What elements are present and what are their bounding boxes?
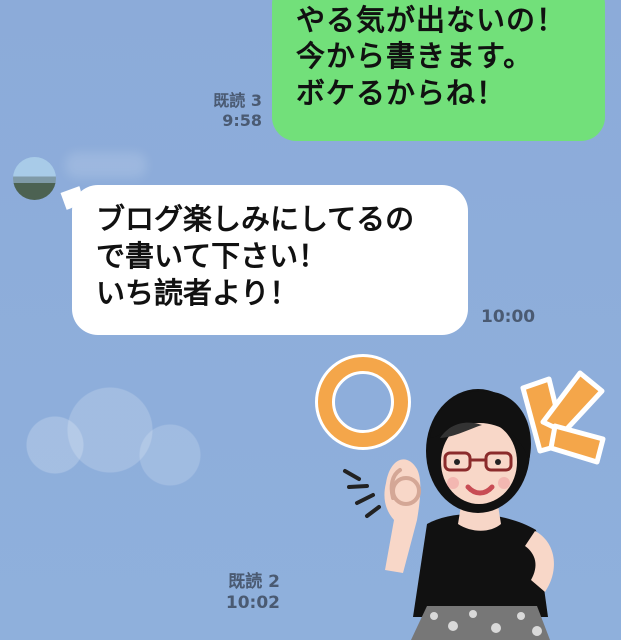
message-time: 10:00: [481, 307, 536, 327]
avatar[interactable]: [13, 157, 56, 200]
message-meta: 既読 3 9:58: [190, 91, 262, 131]
sticker-artwork: [315, 354, 606, 640]
ok-sticker[interactable]: [285, 350, 615, 640]
read-status: 既読 2: [228, 572, 280, 592]
message-bubble-incoming[interactable]: ブログ楽しみにしてるの で書いて下さい！ いち読者より！: [72, 185, 468, 335]
message-bubble-outgoing[interactable]: やる気が出ないの！ 今から書きます。 ボケるからね！: [272, 0, 605, 141]
sticker-message: 既読 2 10:02: [0, 350, 621, 640]
chat-view: 既読 3 9:58 やる気が出ないの！ 今から書きます。 ボケるからね！ ブログ…: [0, 0, 621, 640]
message-time: 9:58: [222, 111, 262, 130]
sender-name: [65, 152, 147, 178]
incoming-message: ブログ楽しみにしてるの で書いて下さい！ いち読者より！ 10:00: [0, 150, 621, 340]
message-meta: 既読 2 10:02: [210, 572, 280, 614]
message-time: 10:02: [225, 593, 280, 613]
read-status: 既読 3: [213, 91, 262, 110]
outgoing-message: 既読 3 9:58 やる気が出ないの！ 今から書きます。 ボケるからね！: [0, 0, 621, 150]
